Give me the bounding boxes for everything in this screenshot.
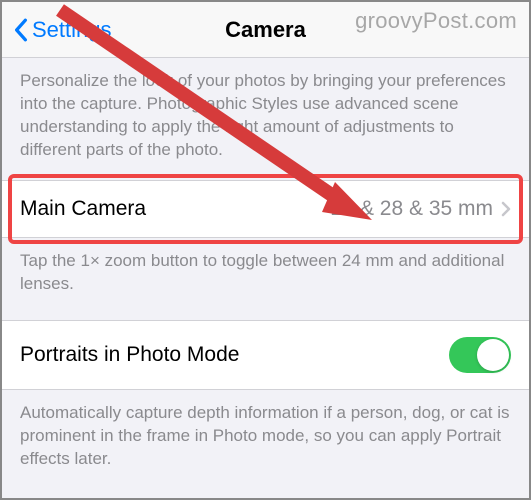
portraits-footer: Automatically capture depth information … bbox=[2, 390, 529, 489]
chevron-right-icon bbox=[501, 201, 511, 217]
main-camera-label: Main Camera bbox=[20, 197, 146, 221]
main-camera-value: 24 & 28 & 35 mm bbox=[331, 197, 511, 221]
main-camera-row[interactable]: Main Camera 24 & 28 & 35 mm bbox=[2, 180, 529, 238]
toggle-knob bbox=[477, 339, 509, 371]
watermark-text: groovyPost.com bbox=[355, 8, 517, 34]
page-title: Camera bbox=[225, 17, 306, 43]
portraits-toggle[interactable] bbox=[449, 337, 511, 373]
portraits-row: Portraits in Photo Mode bbox=[2, 320, 529, 390]
section-description: Personalize the look of your photos by b… bbox=[2, 58, 529, 180]
main-camera-footer: Tap the 1× zoom button to toggle between… bbox=[2, 238, 529, 314]
chevron-left-icon bbox=[14, 18, 28, 42]
portraits-label: Portraits in Photo Mode bbox=[20, 343, 239, 367]
back-label: Settings bbox=[32, 17, 112, 43]
back-button[interactable]: Settings bbox=[14, 17, 112, 43]
